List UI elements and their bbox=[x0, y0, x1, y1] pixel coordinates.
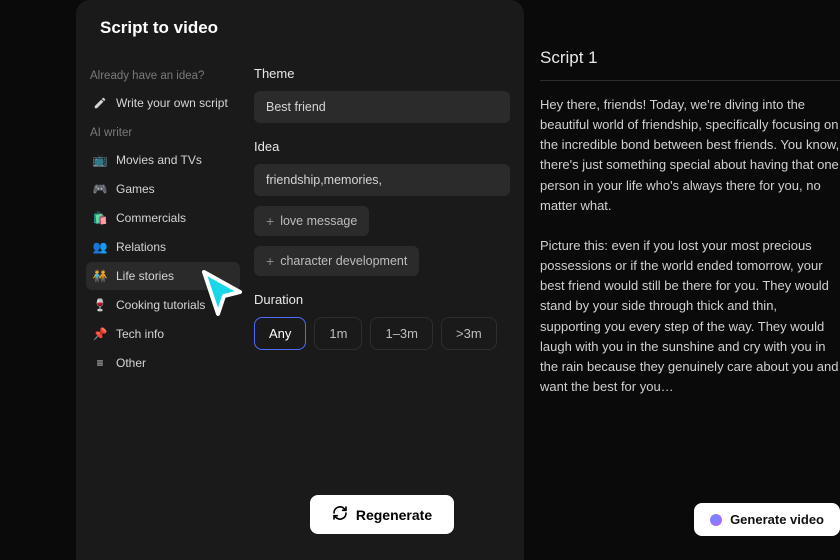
panel-title: Script to video bbox=[76, 18, 524, 54]
sidebar-item-label: Relations bbox=[116, 240, 166, 254]
sidebar-item-write-own[interactable]: Write your own script bbox=[86, 89, 240, 117]
commercial-icon: 🛍️ bbox=[92, 210, 108, 226]
sidebar-item-games[interactable]: 🎮 Games bbox=[86, 175, 240, 203]
sidebar-item-cooking[interactable]: 🍷 Cooking tutorials bbox=[86, 291, 240, 319]
relations-icon: 👥 bbox=[92, 239, 108, 255]
cooking-icon: 🍷 bbox=[92, 297, 108, 313]
idea-suggestion-row-1: + love message bbox=[254, 206, 510, 236]
generate-video-button[interactable]: Generate video bbox=[694, 503, 840, 536]
sidebar-item-label: Movies and TVs bbox=[116, 153, 202, 167]
divider bbox=[540, 80, 840, 81]
idea-suggestion-chip[interactable]: + character development bbox=[254, 246, 419, 276]
sidebar-item-commercials[interactable]: 🛍️ Commercials bbox=[86, 204, 240, 232]
result-body: Hey there, friends! Today, we're diving … bbox=[540, 95, 840, 489]
sidebar-item-movies[interactable]: 📺 Movies and TVs bbox=[86, 146, 240, 174]
theme-input[interactable] bbox=[254, 91, 510, 123]
refresh-icon bbox=[332, 505, 348, 524]
sidebar-heading-ai: AI writer bbox=[86, 121, 240, 145]
other-icon: ≡ bbox=[92, 355, 108, 371]
sidebar-item-label: Commercials bbox=[116, 211, 186, 225]
sidebar-item-label: Tech info bbox=[116, 327, 164, 341]
sidebar-heading-idea: Already have an idea? bbox=[86, 64, 240, 88]
panel-body: Already have an idea? Write your own scr… bbox=[76, 54, 524, 560]
sparkle-icon bbox=[710, 514, 722, 526]
movie-icon: 📺 bbox=[92, 152, 108, 168]
generate-row: Generate video bbox=[540, 489, 840, 560]
chip-label: character development bbox=[280, 254, 407, 268]
idea-suggestion-row-2: + character development bbox=[254, 246, 510, 276]
duration-option-any[interactable]: Any bbox=[254, 317, 306, 350]
sidebar-item-life-stories[interactable]: 🧑‍🤝‍🧑 Life stories bbox=[86, 262, 240, 290]
pencil-icon bbox=[92, 95, 108, 111]
result-panel: Script 1 Hey there, friends! Today, we'r… bbox=[540, 48, 840, 560]
sidebar: Already have an idea? Write your own scr… bbox=[76, 54, 240, 560]
script-to-video-panel: Script to video Already have an idea? Wr… bbox=[76, 0, 524, 560]
duration-option-1-3m[interactable]: 1–3m bbox=[370, 317, 433, 350]
chip-label: love message bbox=[280, 214, 357, 228]
regenerate-button[interactable]: Regenerate bbox=[310, 495, 454, 534]
plus-icon: + bbox=[266, 254, 274, 268]
sidebar-item-label: Write your own script bbox=[116, 96, 228, 110]
idea-input[interactable] bbox=[254, 164, 510, 196]
idea-suggestion-chip[interactable]: + love message bbox=[254, 206, 369, 236]
sidebar-item-tech[interactable]: 📌 Tech info bbox=[86, 320, 240, 348]
duration-label: Duration bbox=[254, 292, 510, 307]
plus-icon: + bbox=[266, 214, 274, 228]
duration-option-1m[interactable]: 1m bbox=[314, 317, 362, 350]
sidebar-item-label: Life stories bbox=[116, 269, 174, 283]
sidebar-item-label: Games bbox=[116, 182, 155, 196]
sidebar-item-other[interactable]: ≡ Other bbox=[86, 349, 240, 377]
theme-label: Theme bbox=[254, 66, 510, 81]
sidebar-item-label: Cooking tutorials bbox=[116, 298, 205, 312]
sidebar-item-label: Other bbox=[116, 356, 146, 370]
regenerate-label: Regenerate bbox=[356, 507, 432, 523]
form-column: Theme Idea + love message + character de… bbox=[240, 54, 524, 560]
regenerate-wrap: Regenerate bbox=[254, 495, 510, 560]
generate-label: Generate video bbox=[730, 512, 824, 527]
result-title: Script 1 bbox=[540, 48, 840, 80]
duration-option-3m[interactable]: >3m bbox=[441, 317, 497, 350]
idea-label: Idea bbox=[254, 139, 510, 154]
sidebar-item-relations[interactable]: 👥 Relations bbox=[86, 233, 240, 261]
duration-row: Any 1m 1–3m >3m bbox=[254, 317, 510, 350]
game-icon: 🎮 bbox=[92, 181, 108, 197]
life-icon: 🧑‍🤝‍🧑 bbox=[92, 268, 108, 284]
tech-icon: 📌 bbox=[92, 326, 108, 342]
